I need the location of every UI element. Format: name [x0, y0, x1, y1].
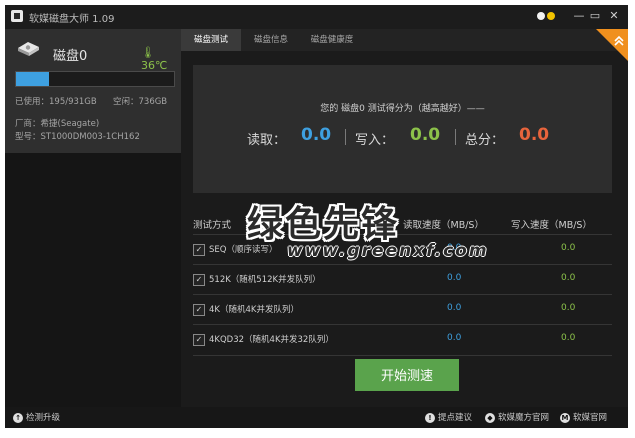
write-speed-value: 0.0	[561, 333, 576, 343]
row-checkbox[interactable]: ✓	[193, 334, 205, 346]
feedback-label: 提点建议	[438, 413, 473, 423]
title-bar: 软媒磁盘大师 1.09 — ▭ ✕	[5, 5, 628, 29]
read-score-label: 读取：	[247, 133, 287, 148]
cube-site-label: 软媒魔方官网	[498, 413, 550, 423]
read-speed-value: 0.0	[447, 273, 462, 283]
write-speed-value: 0.0	[561, 243, 576, 253]
row-checkbox[interactable]: ✓	[193, 274, 205, 286]
hard-disk-icon	[18, 42, 39, 56]
temperature: 🌡36℃	[141, 46, 181, 72]
app-logo-icon	[11, 10, 23, 22]
read-speed-value: 0.0	[447, 303, 462, 313]
check-update-link[interactable]: ↑ 检测升级	[13, 411, 60, 423]
ruanmei-site-label: 软媒官网	[573, 413, 608, 423]
maximize-button[interactable]: ▭	[587, 8, 603, 24]
arrow-up-icon: ↑	[13, 412, 23, 423]
read-score-value: 0.0	[301, 125, 332, 145]
disk-sidebar: 磁盘0 🌡36℃ 已使用：195/931GB 空闲：736GB 厂商：希捷(Se…	[5, 29, 181, 415]
ruanmei-site-link[interactable]: M 软媒官网	[560, 411, 607, 423]
score-separator	[455, 129, 456, 145]
close-button[interactable]: ✕	[605, 8, 623, 24]
disk-vendor: 厂商：希捷(Seagate)	[15, 119, 100, 129]
col-write-speed: 写入速度（MB/S）	[511, 220, 592, 231]
total-score-value: 0.0	[519, 125, 550, 145]
table-row: ✓ SEQ（顺序读写） 0.0 0.0	[193, 234, 612, 265]
feedback-link[interactable]: ! 提点建议	[425, 411, 472, 423]
read-speed-value: 0.0	[447, 243, 462, 253]
expand-corner-badge[interactable]	[596, 29, 628, 61]
test-method-label: SEQ（顺序读写）	[209, 245, 278, 255]
write-speed-value: 0.0	[561, 273, 576, 283]
cube-site-link[interactable]: ◆ 软媒魔方官网	[485, 411, 549, 423]
tab-disk-health[interactable]: 磁盘健康度	[301, 29, 363, 51]
table-row: ✓ 512K（随机512K并发队列） 0.0 0.0	[193, 264, 612, 295]
score-caption: 您的 磁盘0 测试得分为（越高越好）——	[320, 104, 485, 114]
tab-disk-info[interactable]: 磁盘信息	[241, 29, 301, 51]
tab-disk-test[interactable]: 磁盘测试	[181, 29, 241, 51]
ruanmei-logo-icon: M	[560, 412, 570, 423]
read-speed-value: 0.0	[447, 333, 462, 343]
write-score-value: 0.0	[410, 125, 441, 145]
tab-bar: 磁盘测试 磁盘信息 磁盘健康度	[181, 29, 628, 51]
lightbulb-icon: !	[425, 412, 435, 423]
test-method-label: 4K（随机4K并发队列）	[209, 305, 299, 315]
disk-usage-fill	[16, 72, 50, 86]
disk-usage-bar	[15, 71, 175, 87]
disk-model: 型号：ST1000DM003-1CH162	[15, 132, 140, 142]
free-space: 空闲：736GB	[113, 97, 168, 107]
total-score-label: 总分：	[465, 133, 505, 148]
score-separator	[345, 129, 346, 145]
status-bar: ↑ 检测升级 ! 提点建议 ◆ 软媒魔方官网 M 软媒官网	[5, 407, 628, 428]
row-checkbox[interactable]: ✓	[193, 244, 205, 256]
test-method-label: 4KQD32（随机4K并发32队列）	[209, 335, 334, 345]
score-panel: 您的 磁盘0 测试得分为（越高越好）—— 读取： 0.0 写入： 0.0 总分：…	[193, 65, 612, 193]
row-checkbox[interactable]: ✓	[193, 304, 205, 316]
col-read-speed: 读取速度（MB/S）	[403, 220, 484, 231]
used-space: 已使用：195/931GB	[15, 97, 97, 107]
col-test-method: 测试方式	[193, 220, 232, 231]
minimize-button[interactable]: —	[571, 8, 587, 24]
app-window: 软媒磁盘大师 1.09 — ▭ ✕ 磁盘0 🌡36℃ 已使用：195/931GB	[5, 5, 628, 428]
disk-card-0[interactable]: 磁盘0 🌡36℃ 已使用：195/931GB 空闲：736GB 厂商：希捷(Se…	[5, 29, 181, 153]
test-method-label: 512K（随机512K并发队列）	[209, 275, 321, 285]
main-panel: 磁盘测试 磁盘信息 磁盘健康度 您的 磁盘0 测试得分为（越高越好）—— 读取：…	[181, 29, 628, 415]
check-update-label: 检测升级	[26, 413, 61, 423]
sun-icon	[537, 12, 545, 20]
thermometer-icon: 🌡	[141, 46, 155, 59]
write-speed-value: 0.0	[561, 303, 576, 313]
write-score-label: 写入：	[355, 133, 395, 148]
window-title: 软媒磁盘大师 1.09	[29, 14, 115, 25]
theme-toggle[interactable]	[535, 8, 557, 24]
start-speed-test-button[interactable]: 开始测速	[355, 359, 459, 391]
table-row: ✓ 4K（随机4K并发队列） 0.0 0.0	[193, 294, 612, 325]
table-row: ✓ 4KQD32（随机4K并发32队列） 0.0 0.0	[193, 324, 612, 356]
moon-icon	[547, 12, 555, 20]
disk-name: 磁盘0	[53, 49, 88, 64]
cube-icon: ◆	[485, 412, 495, 423]
